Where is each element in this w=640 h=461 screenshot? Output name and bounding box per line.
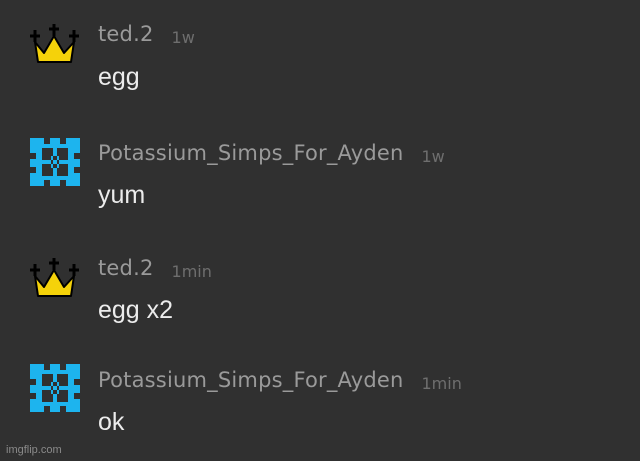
- username[interactable]: Potassium_Simps_For_Ayden: [98, 368, 403, 392]
- hash-block-icon: [30, 364, 80, 412]
- avatar[interactable]: [30, 364, 80, 412]
- timestamp: 1min: [421, 374, 462, 393]
- message-text: egg x2: [98, 296, 174, 324]
- timestamp: 1w: [171, 28, 195, 47]
- message-text: egg: [98, 63, 140, 91]
- message-text: yum: [98, 181, 146, 209]
- username[interactable]: ted.2: [98, 22, 154, 46]
- message-text: ok: [98, 408, 125, 436]
- avatar[interactable]: [30, 256, 80, 300]
- timestamp: 1min: [171, 262, 212, 281]
- avatar[interactable]: [30, 22, 80, 66]
- username[interactable]: ted.2: [98, 256, 154, 280]
- crown-icon: [30, 22, 80, 66]
- watermark: imgflip.com: [6, 444, 62, 456]
- avatar[interactable]: [30, 138, 80, 186]
- hash-block-icon: [30, 138, 80, 186]
- crown-icon: [30, 256, 80, 300]
- timestamp: 1w: [421, 147, 445, 166]
- username[interactable]: Potassium_Simps_For_Ayden: [98, 141, 403, 165]
